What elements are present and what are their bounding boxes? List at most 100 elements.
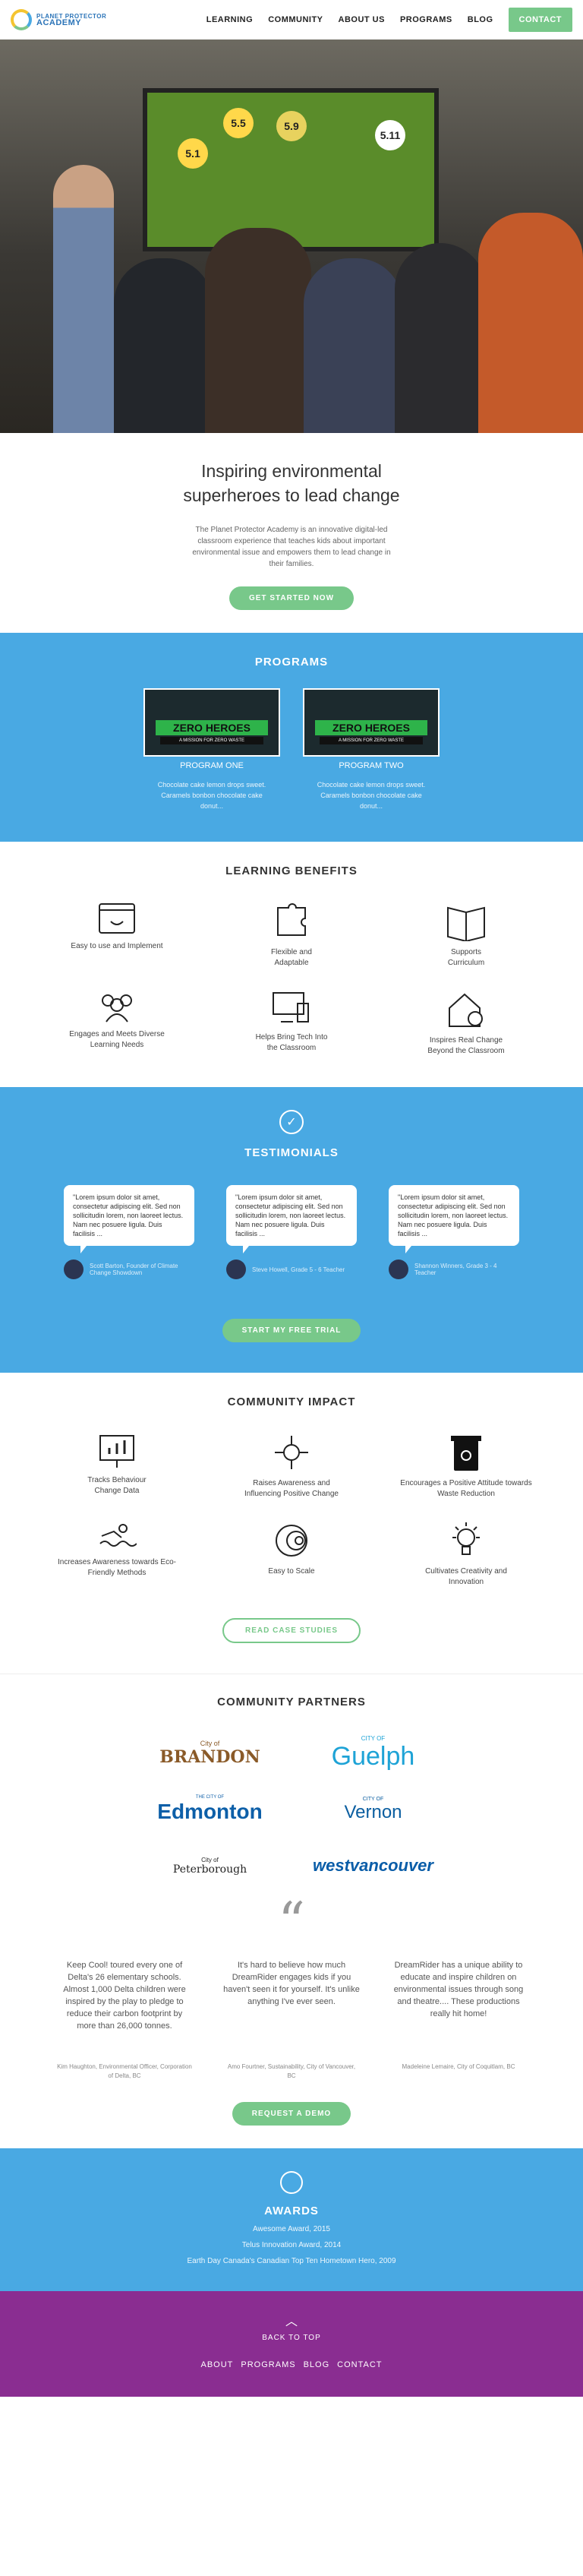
program-banner: ZERO HEROES [315, 720, 427, 735]
intro-section: Inspiring environmental superheroes to l… [0, 433, 583, 633]
impact-item: Tracks Behaviour Change Data [30, 1433, 204, 1500]
partner-logo-west-vancouver[interactable]: westvancouver [292, 1848, 455, 1883]
puzzle-icon [277, 903, 306, 936]
nav-learning[interactable]: LEARNING [206, 15, 253, 24]
intro-title: Inspiring environmental superheroes to l… [183, 461, 400, 505]
back-to-top-link[interactable]: BACK TO TOP [0, 2334, 583, 2342]
program-banner-sub: A MISSION FOR ZERO WASTE [320, 737, 423, 744]
program-card[interactable]: ZERO HEROES A MISSION FOR ZERO WASTE PRO… [303, 688, 440, 811]
avatar [226, 1260, 246, 1279]
testimonial: "Lorem ipsum dolor sit amet, consectetur… [64, 1185, 194, 1279]
program-desc: Chocolate cake lemon drops sweet. Carame… [157, 781, 266, 810]
award-item: Earth Day Canada's Canadian Top Ten Home… [187, 2257, 396, 2265]
impact-section: COMMUNITY IMPACT Tracks Behaviour Change… [0, 1373, 583, 1674]
program-banner: ZERO HEROES [156, 720, 268, 735]
book-icon [447, 906, 485, 941]
impact-item: Easy to Scale [204, 1521, 379, 1588]
get-started-button[interactable]: GET STARTED NOW [228, 586, 355, 610]
student-figure [478, 213, 583, 433]
partner-logo-edmonton[interactable]: THE CITY OF Edmonton [128, 1792, 292, 1827]
nav-programs[interactable]: PROGRAMS [400, 15, 452, 24]
impact-item: Raises Awareness and Influencing Positiv… [204, 1433, 379, 1500]
arrows-target-icon [275, 1436, 308, 1469]
devices-icon [273, 992, 309, 1022]
partner-logo-guelph[interactable]: CITY OF Guelph [292, 1735, 455, 1771]
student-figure [205, 228, 311, 433]
partner-quote: It's hard to believe how much DreamRider… [223, 1961, 360, 2006]
board-tile: 5.5 [223, 108, 254, 138]
program-image: ZERO HEROES A MISSION FOR ZERO WASTE [303, 688, 440, 757]
nav-contact-button[interactable]: CONTACT [508, 8, 572, 32]
partners-section: COMMUNITY PARTNERS City of BRANDON CITY O… [0, 1674, 583, 2148]
awards-section: AWARDS Awesome Award, 2015 Telus Innovat… [0, 2148, 583, 2291]
program-card[interactable]: ZERO HEROES A MISSION FOR ZERO WASTE PRO… [143, 688, 280, 811]
testimonial-text: "Lorem ipsum dolor sit amet, consectetur… [389, 1185, 519, 1253]
house-globe-icon [449, 993, 483, 1027]
lightbulb-icon [452, 1522, 480, 1555]
student-figure [395, 243, 486, 433]
footer: ︿ BACK TO TOP ABOUT PROGRAMS BLOG CONTAC… [0, 2291, 583, 2397]
testimonial-text: "Lorem ipsum dolor sit amet, consectetur… [226, 1185, 357, 1253]
testimonial-author: Steve Howell, Grade 5 - 6 Teacher [252, 1266, 345, 1273]
footer-blog-link[interactable]: BLOG [304, 2360, 330, 2369]
testimonial: "Lorem ipsum dolor sit amet, consectetur… [226, 1185, 357, 1279]
partner-logo-brandon[interactable]: City of BRANDON [128, 1736, 292, 1771]
impact-item: Cultivates Creativity and Innovation [379, 1521, 553, 1588]
request-demo-button[interactable]: REQUEST A DEMO [232, 2102, 351, 2126]
program-name: PROGRAM TWO [339, 761, 404, 770]
testimonial-author: Shannon Winners, Grade 3 - 4 Teacher [414, 1263, 497, 1276]
avatar [389, 1260, 408, 1279]
program-image: ZERO HEROES A MISSION FOR ZERO WASTE [143, 688, 280, 757]
logo-sub: ACADEMY [36, 18, 82, 27]
programs-section: PROGRAMS ZERO HEROES A MISSION FOR ZERO … [0, 633, 583, 842]
program-desc: Chocolate cake lemon drops sweet. Carame… [317, 781, 426, 810]
logo[interactable]: PLANET PROTECTOR ACADEMY [11, 9, 106, 30]
benefit-item: Inspires Real Change Beyond the Classroo… [379, 990, 553, 1057]
smartboard: 5.1 5.5 5.9 5.11 [143, 88, 439, 251]
benefits-section: LEARNING BENEFITS Easy to use and Implem… [0, 842, 583, 1087]
student-figure [114, 258, 213, 433]
student-figure [304, 258, 402, 433]
nav-about-us[interactable]: ABOUT US [339, 15, 385, 24]
footer-contact-link[interactable]: CONTACT [337, 2360, 382, 2369]
benefit-item: Easy to use and Implement [30, 902, 204, 969]
logo-ring-icon [11, 9, 32, 30]
free-trial-button[interactable]: START MY FREE TRIAL [222, 1319, 361, 1342]
hero-image: 5.1 5.5 5.9 5.11 [0, 40, 583, 433]
partners-title: COMMUNITY PARTNERS [217, 1696, 366, 1708]
recycle-bin-icon [451, 1436, 481, 1471]
testimonials-section: ✓ TESTIMONIALS "Lorem ipsum dolor sit am… [0, 1087, 583, 1373]
benefit-item: Supports Curriculum [379, 902, 553, 969]
board-tile: 5.1 [178, 138, 208, 169]
scale-icon [276, 1525, 307, 1557]
partner-quote-source: Amo Fourtner, Sustainability, City of Va… [227, 2063, 356, 2079]
impact-item: Increases Awareness towards Eco-Friendly… [30, 1521, 204, 1588]
nav-links: LEARNING COMMUNITY ABOUT US PROGRAMS BLO… [206, 8, 572, 32]
program-banner-sub: A MISSION FOR ZERO WASTE [160, 737, 263, 744]
footer-programs-link[interactable]: PROGRAMS [241, 2360, 295, 2369]
top-nav: PLANET PROTECTOR ACADEMY LEARNING COMMUN… [0, 0, 583, 40]
board-tile: 5.11 [375, 120, 405, 150]
testimonial-text: "Lorem ipsum dolor sit amet, consectetur… [64, 1185, 194, 1253]
group-icon [102, 994, 132, 1022]
testimonial-author: Scott Barton, Founder of Climate Change … [90, 1263, 178, 1276]
benefits-title: LEARNING BENEFITS [225, 864, 358, 877]
nav-blog[interactable]: BLOG [468, 15, 493, 24]
partner-quote: Keep Cool! toured every one of Delta's 2… [63, 1961, 186, 2031]
impact-title: COMMUNITY IMPACT [227, 1395, 356, 1408]
read-case-studies-button[interactable]: READ CASE STUDIES [222, 1618, 361, 1643]
partner-quote-source: Kim Haughton, Environmental Officer, Cor… [57, 2063, 192, 2079]
footer-about-link[interactable]: ABOUT [200, 2360, 233, 2369]
benefit-item: Engages and Meets Diverse Learning Needs [30, 990, 204, 1057]
partner-logo-vernon[interactable]: CITY OF Vernon [292, 1792, 455, 1827]
partner-logo-peterborough[interactable]: City of Peterborough [128, 1848, 292, 1883]
browser-smile-icon [99, 903, 135, 934]
chevron-up-icon[interactable]: ︿ [0, 2311, 583, 2329]
avatar [64, 1260, 84, 1279]
intro-body: The Planet Protector Academy is an innov… [192, 526, 391, 568]
awards-title: AWARDS [264, 2205, 319, 2217]
check-circle-icon: ✓ [279, 1110, 304, 1134]
swimmer-icon [99, 1524, 137, 1547]
partner-quote: DreamRider has a unique ability to educa… [393, 1961, 524, 2018]
nav-community[interactable]: COMMUNITY [268, 15, 323, 24]
